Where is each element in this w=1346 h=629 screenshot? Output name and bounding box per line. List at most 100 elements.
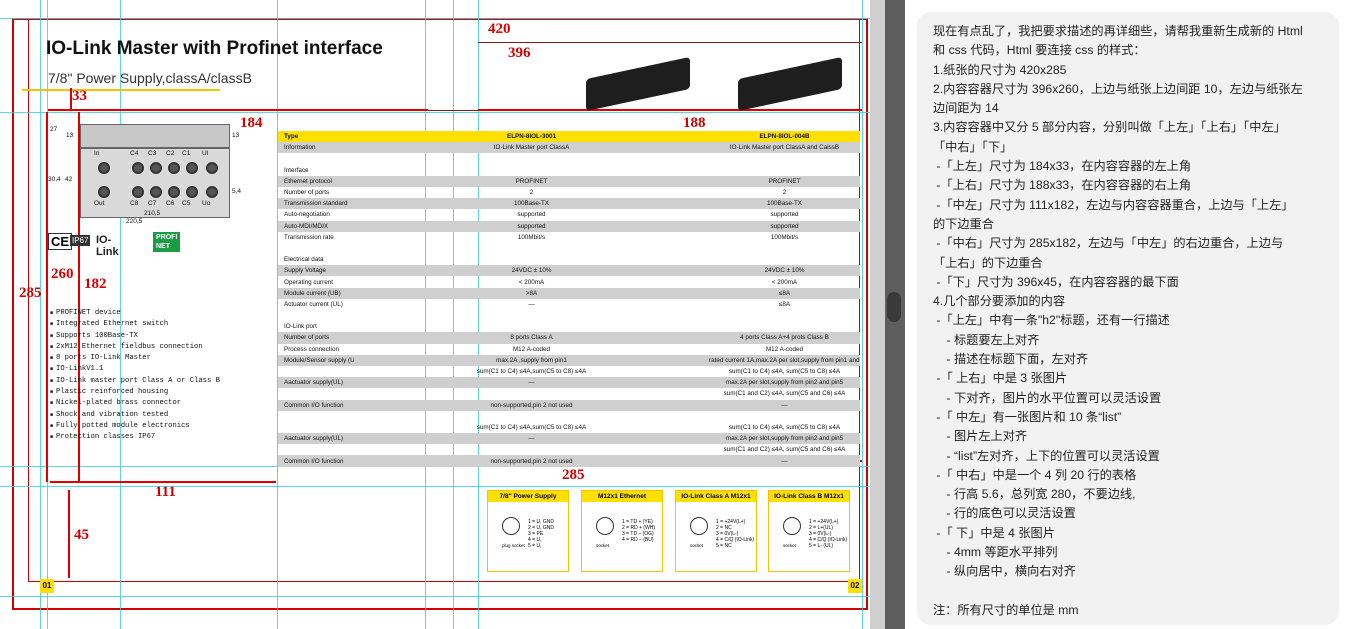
table-cell: sum(C1 and C2) ≤4A, sum(C5 and C6) ≤4A	[723, 446, 846, 454]
page-number-right: 02	[848, 579, 862, 593]
message-line: -「 下」中是 4 张图片	[933, 525, 1055, 540]
message-line: 边间距为 14	[933, 101, 999, 116]
feature-item: Shock and vibration tested	[50, 410, 270, 421]
message-line: 4.几个部分要添加的内容	[933, 294, 1066, 309]
table-row: Common I/O function non-supported,pin 2 n…	[278, 399, 860, 411]
pinout-image: IO-Link Class B M12x1 1 = +24V(L+) 2 = L+…	[768, 490, 850, 572]
message-line: 和 css 代码，Html 要连接 css 的样式：	[933, 43, 1146, 58]
message-line: 3.内容容器中又分 5 部分内容，分别叫做「上左」「上右」「中左」	[933, 120, 1286, 135]
dimension-label: 285	[19, 285, 42, 301]
pinout-image: IO-Link Class A M12x1 1 = +24V(L+) 2 = NC…	[675, 490, 757, 572]
table-cell: max.2A ,supply from pin1	[496, 356, 567, 364]
table-row: Electrical data	[278, 254, 860, 265]
table-cell: Type	[284, 133, 299, 141]
pinout-title: M12x1 Ethernet	[582, 491, 662, 502]
connector-icon	[502, 517, 520, 535]
divider-line	[478, 42, 862, 43]
table-cell: supported	[517, 222, 546, 230]
table-row	[278, 310, 860, 321]
table-cell: Transmission standard	[284, 200, 348, 208]
pinout-title: IO-Link Class B M12x1	[769, 491, 849, 502]
table-cell: Aactuator supply(UL)	[284, 435, 344, 443]
message-line: -「 中右」中是一个 4 列 20 行的表格	[933, 467, 1137, 482]
table-cell: ≤8A	[778, 289, 791, 297]
dimension-label: 111	[155, 484, 176, 500]
table-cell: 4 ports Class A+4 prots Class B	[740, 334, 829, 342]
table-cell: 100Base-TX	[766, 200, 802, 208]
message-line: - 4mm 等距水平排列	[933, 545, 1058, 560]
table-row: Aactuator supply(UL) — max.2A per slot,sup…	[278, 433, 860, 445]
chat-pane: 现在有点乱了，我把要求描述的再详细些，请帮我重新生成新的 Html 和 css 代…	[905, 0, 1346, 629]
table-cell: IO-Link port	[284, 323, 317, 331]
pinout-title: IO-Link Class A M12x1	[676, 491, 756, 502]
table-cell: Module current (UB)	[284, 289, 341, 297]
table-cell: ≤8A	[778, 300, 791, 308]
message-line: -「中右」尺寸为 285x182，左边与「中左」的右边重合，上边与	[933, 236, 1284, 251]
table-cell: PROFINET	[515, 177, 548, 185]
feature-item: 8 ports IO-Link Master	[50, 353, 270, 364]
table-row: Common I/O function non-supported,pin 2 n…	[278, 455, 860, 467]
table-cell: —	[528, 300, 535, 308]
table-cell: M12 A-coded	[765, 345, 804, 353]
dimension-line	[46, 112, 48, 482]
table-cell: —	[781, 457, 788, 465]
message-line: -「下」尺寸为 396x45，在内容容器的最下面	[933, 274, 1179, 289]
table-row: Interface	[278, 165, 860, 176]
spec-table: Type ELPN-8IOL-3001 ELPN-8IOL-004B Informat…	[278, 131, 860, 467]
message-line: -「上左」尺寸为 184x33，在内容容器的左上角	[933, 159, 1192, 174]
message-line: 「中右」「下」	[933, 139, 1013, 154]
table-cell: non-supported,pin 2 not used	[490, 401, 573, 409]
table-row	[278, 411, 860, 422]
pinout-caption: socket	[783, 543, 797, 548]
table-cell: Aactuator supply(UL)	[284, 379, 344, 387]
message-line: - 行高 5.6，总列宽 280，不要边线,	[933, 487, 1136, 502]
guide-line	[0, 112, 885, 113]
dimension-label: 188	[683, 115, 706, 131]
message-line: -「 中左」有一张图片和 10 条“list”	[933, 409, 1122, 424]
message-line: 现在有点乱了，我把要求描述的再详细些，请帮我重新生成新的 Html	[933, 24, 1303, 38]
table-row: Aactuator supply(UL) — max.2A per slot,sup…	[278, 377, 860, 389]
table-row: Transmission rate 100Mbit/s 100Mbit/s	[278, 232, 860, 243]
table-cell: 8 ports Class A	[510, 334, 553, 342]
table-cell: ELPN-8IOL-3001	[507, 133, 556, 141]
guide-line	[0, 18, 885, 19]
design-canvas[interactable]: IO-Link Master with Profinet interface 7…	[0, 0, 885, 629]
message-line: - 图片左上对齐	[933, 429, 1028, 444]
feature-list: PROFINET deviceIntegrated Ethernet switc…	[50, 308, 270, 444]
message-line: - 纵向居中，横向右对齐	[933, 564, 1076, 579]
guide-line	[862, 0, 863, 629]
pinout-caption: socket	[690, 543, 704, 548]
table-row: Operating current < 200mA < 200mA	[278, 276, 860, 287]
pinout-image: M12x1 Ethernet 1 = TD + (YE) 2 = RD + (WH…	[581, 490, 663, 572]
pane-resize-handle[interactable]	[887, 292, 901, 322]
table-row: sum(C1 to C4) ≤4A,sum(C5 to C8) ≤4A sum(C…	[278, 366, 860, 377]
table-cell: —	[528, 435, 535, 443]
table-cell: 100Mbit/s	[517, 233, 546, 241]
table-cell: IO-Link Master port ClassA	[493, 144, 570, 152]
device-drawing: 27 13 13 In C4 C3 C2 C1 Ul 30,4 42 5,4 O…	[48, 124, 242, 225]
feature-item: Integrated Ethernet switch	[50, 319, 270, 330]
table-row: Number of ports 8 ports Class A 4 ports Cl…	[278, 332, 860, 344]
table-cell: Number of ports	[284, 334, 330, 342]
message-line	[933, 582, 1325, 601]
table-cell: sum(C1 to C4) ≤4A,sum(C5 to C8) ≤4A	[476, 423, 587, 431]
dimension-label: 285	[562, 467, 585, 483]
message-line: - 行的底色可以灵活设置	[933, 506, 1076, 521]
table-cell: sum(C1 and C2) ≤4A, sum(C5 and C6) ≤4A	[723, 390, 846, 398]
table-cell: Number of ports	[284, 189, 330, 197]
table-cell: supported	[770, 211, 799, 219]
feature-item: Plastic reinforced housing	[50, 387, 270, 398]
feature-item: IO-Link master port Class A or Class B	[50, 376, 270, 387]
table-row: Module/Sensor supply (UB) max.2A ,supply …	[278, 354, 860, 366]
table-row: IO-Link port	[278, 321, 860, 332]
table-row: Number of ports 2 2	[278, 187, 860, 198]
message-line: - 描述在标题下面，左对齐	[933, 352, 1089, 367]
table-cell: Interface	[284, 166, 309, 174]
product-image	[582, 54, 694, 112]
table-cell: 24VDC ± 10%	[511, 267, 552, 275]
table-row: Type ELPN-8IOL-3001 ELPN-8IOL-004B	[278, 131, 860, 143]
guide-line	[0, 596, 885, 597]
feature-item: 2xM12 Ethernet fieldbus connection	[50, 342, 270, 353]
table-cell: max.2A per slot,supply from pin2 and pin…	[725, 435, 844, 443]
table-cell: Information	[284, 144, 316, 152]
